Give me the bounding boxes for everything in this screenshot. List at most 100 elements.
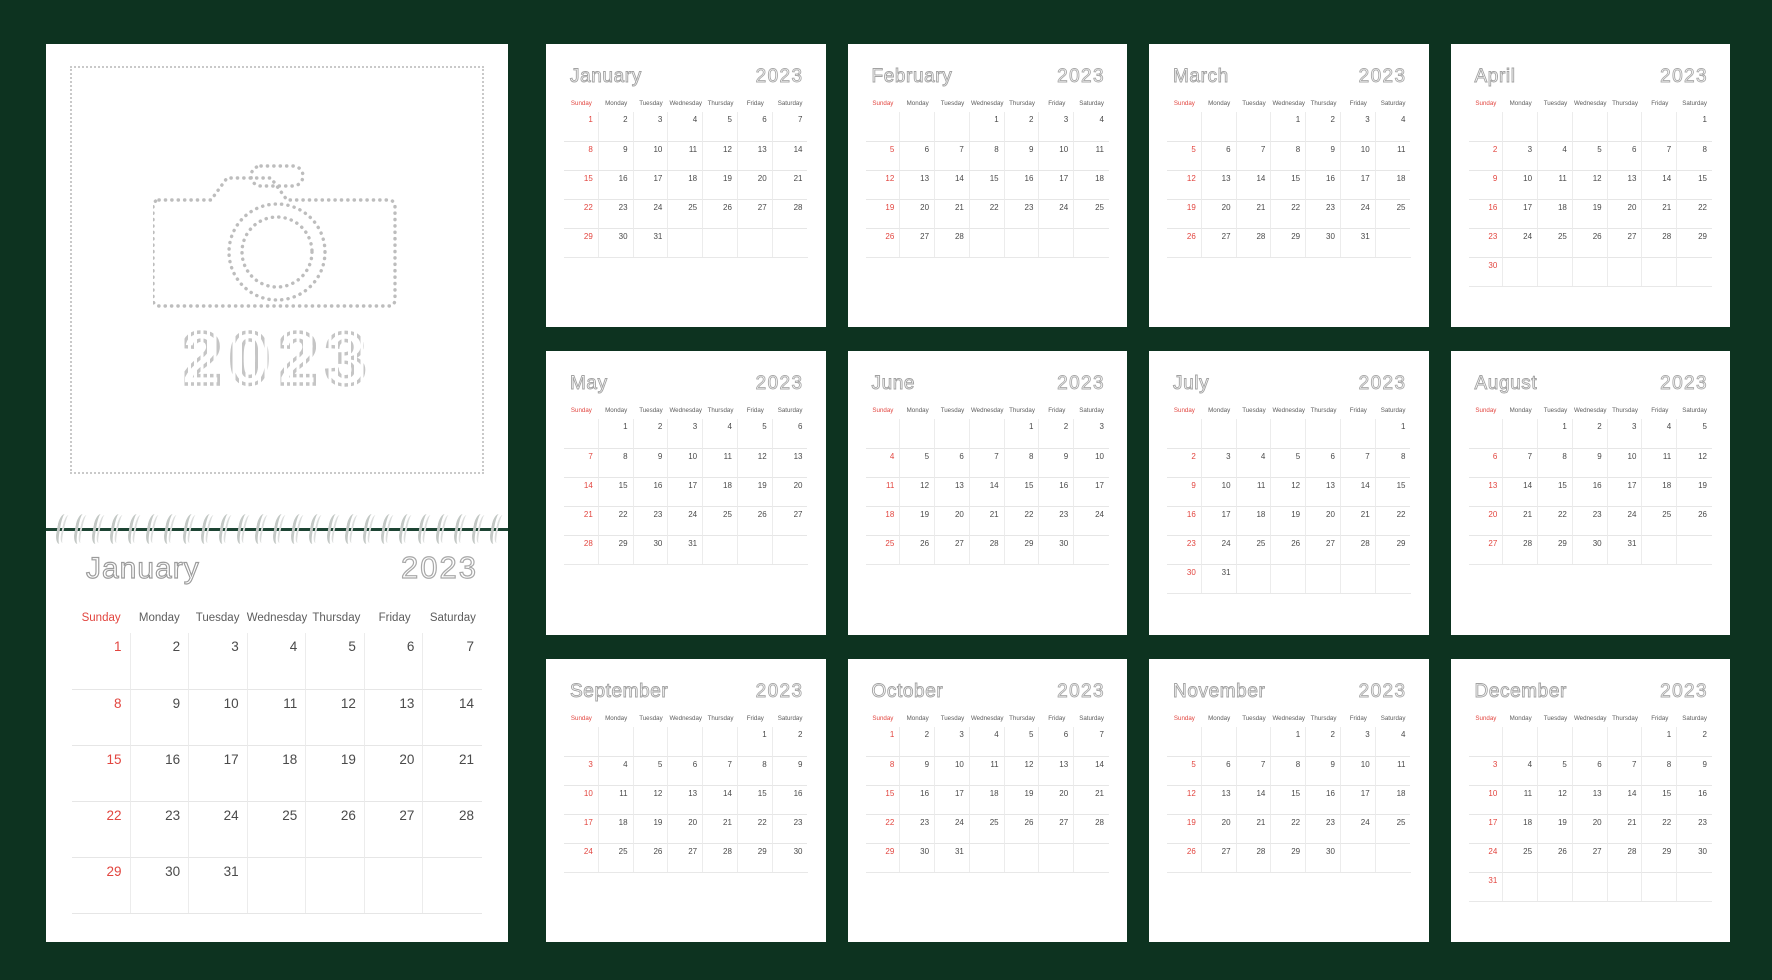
february-day-cell[interactable]: 16 bbox=[1004, 170, 1040, 199]
may-day-cell[interactable]: 6 bbox=[773, 419, 808, 448]
march-day-cell[interactable]: 23 bbox=[1306, 199, 1341, 228]
wall-day-cell[interactable]: 20 bbox=[364, 745, 424, 801]
june-day-cell[interactable]: 10 bbox=[1074, 448, 1109, 477]
july-day-cell[interactable]: 29 bbox=[1375, 535, 1411, 564]
november-day-cell[interactable]: 26 bbox=[1167, 842, 1202, 872]
august-day-cell[interactable]: 30 bbox=[1572, 535, 1608, 565]
november-day-cell[interactable]: 25 bbox=[1375, 813, 1411, 843]
april-day-cell[interactable]: 25 bbox=[1538, 228, 1573, 257]
october-day-cell[interactable]: 19 bbox=[1004, 784, 1040, 814]
february-day-cell[interactable]: 19 bbox=[865, 199, 901, 228]
february-day-cell[interactable]: 21 bbox=[935, 199, 970, 228]
august-day-cell[interactable]: 16 bbox=[1572, 477, 1608, 507]
october-day-cell[interactable]: 11 bbox=[969, 755, 1005, 785]
january-day-cell[interactable]: 18 bbox=[668, 170, 704, 199]
april-day-cell[interactable]: 26 bbox=[1572, 228, 1608, 257]
january-day-cell[interactable]: 11 bbox=[668, 141, 704, 170]
september-day-cell[interactable]: 23 bbox=[772, 813, 808, 843]
month-card-february[interactable]: February 2023 Sunday Monday Tuesday Wednesday… bbox=[847, 44, 1127, 328]
march-day-cell[interactable]: 10 bbox=[1340, 141, 1376, 170]
february-day-cell[interactable]: 14 bbox=[935, 170, 970, 199]
wall-day-cell[interactable]: 27 bbox=[364, 801, 424, 857]
october-day-cell[interactable]: 26 bbox=[1004, 813, 1040, 843]
september-day-cell[interactable]: 9 bbox=[772, 755, 808, 785]
april-day-cell[interactable]: 19 bbox=[1572, 199, 1608, 228]
june-day-cell[interactable]: 17 bbox=[1074, 477, 1109, 506]
december-day-cell[interactable]: 4 bbox=[1503, 755, 1539, 785]
july-day-cell[interactable]: 26 bbox=[1271, 535, 1307, 565]
november-day-cell[interactable]: 3 bbox=[1341, 726, 1376, 756]
wall-day-cell[interactable]: 23 bbox=[130, 801, 190, 857]
december-day-cell[interactable]: 16 bbox=[1677, 784, 1712, 814]
june-day-cell[interactable]: 13 bbox=[935, 477, 970, 507]
month-card-august[interactable]: August 2023 Sunday Monday Tuesday Wednesday Th… bbox=[1450, 351, 1730, 635]
june-day-cell[interactable]: 1 bbox=[1005, 419, 1040, 449]
wall-day-cell[interactable]: 12 bbox=[306, 689, 365, 745]
april-day-cell[interactable]: 22 bbox=[1677, 199, 1712, 228]
august-day-cell[interactable]: 26 bbox=[1677, 506, 1712, 535]
wall-day-cell[interactable]: 18 bbox=[247, 745, 307, 801]
march-day-cell[interactable]: 4 bbox=[1376, 112, 1411, 141]
august-day-cell[interactable]: 5 bbox=[1677, 419, 1712, 448]
october-day-cell[interactable]: 6 bbox=[1039, 726, 1075, 756]
february-day-cell[interactable]: 20 bbox=[900, 199, 936, 228]
july-day-cell[interactable]: 18 bbox=[1236, 506, 1272, 536]
july-day-cell[interactable]: 22 bbox=[1375, 506, 1411, 535]
december-day-cell[interactable]: 27 bbox=[1572, 842, 1608, 872]
march-day-cell[interactable]: 29 bbox=[1271, 228, 1307, 257]
december-day-cell[interactable]: 7 bbox=[1607, 755, 1643, 785]
july-day-cell[interactable]: 15 bbox=[1375, 477, 1411, 506]
january-day-cell[interactable]: 10 bbox=[633, 141, 669, 170]
september-day-cell[interactable]: 18 bbox=[598, 813, 634, 843]
february-day-cell[interactable]: 7 bbox=[935, 141, 970, 170]
july-day-cell[interactable]: 19 bbox=[1271, 506, 1307, 536]
september-day-cell[interactable]: 14 bbox=[703, 784, 738, 814]
june-day-cell[interactable]: 28 bbox=[969, 535, 1005, 565]
march-day-cell[interactable]: 24 bbox=[1340, 199, 1376, 228]
april-day-cell[interactable]: 15 bbox=[1677, 170, 1712, 199]
july-day-cell[interactable]: 8 bbox=[1375, 448, 1411, 477]
april-day-cell[interactable]: 21 bbox=[1642, 199, 1678, 228]
october-day-cell[interactable]: 5 bbox=[1005, 726, 1040, 756]
september-day-cell[interactable]: 28 bbox=[703, 842, 738, 872]
september-day-cell[interactable]: 2 bbox=[773, 727, 808, 756]
january-day-cell[interactable]: 17 bbox=[633, 170, 669, 199]
february-day-cell[interactable]: 23 bbox=[1004, 199, 1040, 228]
may-day-cell[interactable]: 31 bbox=[668, 535, 704, 565]
june-day-cell[interactable]: 20 bbox=[935, 506, 970, 536]
march-day-cell[interactable]: 1 bbox=[1271, 112, 1307, 141]
may-day-cell[interactable]: 30 bbox=[633, 535, 669, 565]
may-day-cell[interactable]: 29 bbox=[598, 535, 634, 565]
april-day-cell[interactable]: 18 bbox=[1538, 199, 1573, 228]
october-day-cell[interactable]: 17 bbox=[935, 784, 970, 814]
wall-day-cell[interactable]: 3 bbox=[189, 633, 248, 689]
march-day-cell[interactable]: 2 bbox=[1306, 112, 1341, 141]
november-day-cell[interactable]: 8 bbox=[1271, 755, 1307, 785]
may-day-cell[interactable]: 12 bbox=[737, 448, 773, 478]
december-day-cell[interactable]: 13 bbox=[1572, 784, 1608, 814]
july-day-cell[interactable]: 31 bbox=[1201, 564, 1237, 594]
january-day-cell[interactable]: 19 bbox=[703, 170, 738, 199]
july-day-cell[interactable]: 23 bbox=[1167, 535, 1202, 565]
october-day-cell[interactable]: 16 bbox=[900, 784, 936, 814]
april-day-cell[interactable]: 7 bbox=[1642, 141, 1678, 170]
june-day-cell[interactable]: 11 bbox=[865, 477, 901, 507]
december-day-cell[interactable]: 1 bbox=[1642, 726, 1678, 756]
june-day-cell[interactable]: 5 bbox=[900, 448, 936, 478]
july-day-cell[interactable]: 24 bbox=[1201, 535, 1237, 565]
september-day-cell[interactable]: 3 bbox=[564, 755, 599, 785]
october-day-cell[interactable]: 12 bbox=[1004, 755, 1040, 785]
wall-day-cell[interactable]: 2 bbox=[131, 633, 190, 689]
december-day-cell[interactable]: 10 bbox=[1468, 784, 1504, 814]
may-day-cell[interactable]: 1 bbox=[599, 419, 634, 449]
december-day-cell[interactable]: 30 bbox=[1677, 842, 1712, 872]
september-day-cell[interactable]: 11 bbox=[598, 784, 634, 814]
january-day-cell[interactable]: 9 bbox=[598, 141, 634, 170]
may-day-cell[interactable]: 23 bbox=[633, 506, 669, 536]
april-day-cell[interactable]: 11 bbox=[1538, 170, 1573, 199]
october-day-cell[interactable]: 29 bbox=[865, 842, 901, 872]
march-day-cell[interactable]: 19 bbox=[1167, 199, 1202, 228]
april-day-cell[interactable]: 13 bbox=[1607, 170, 1643, 199]
february-day-cell[interactable]: 13 bbox=[900, 170, 936, 199]
december-day-cell[interactable]: 19 bbox=[1538, 813, 1573, 843]
